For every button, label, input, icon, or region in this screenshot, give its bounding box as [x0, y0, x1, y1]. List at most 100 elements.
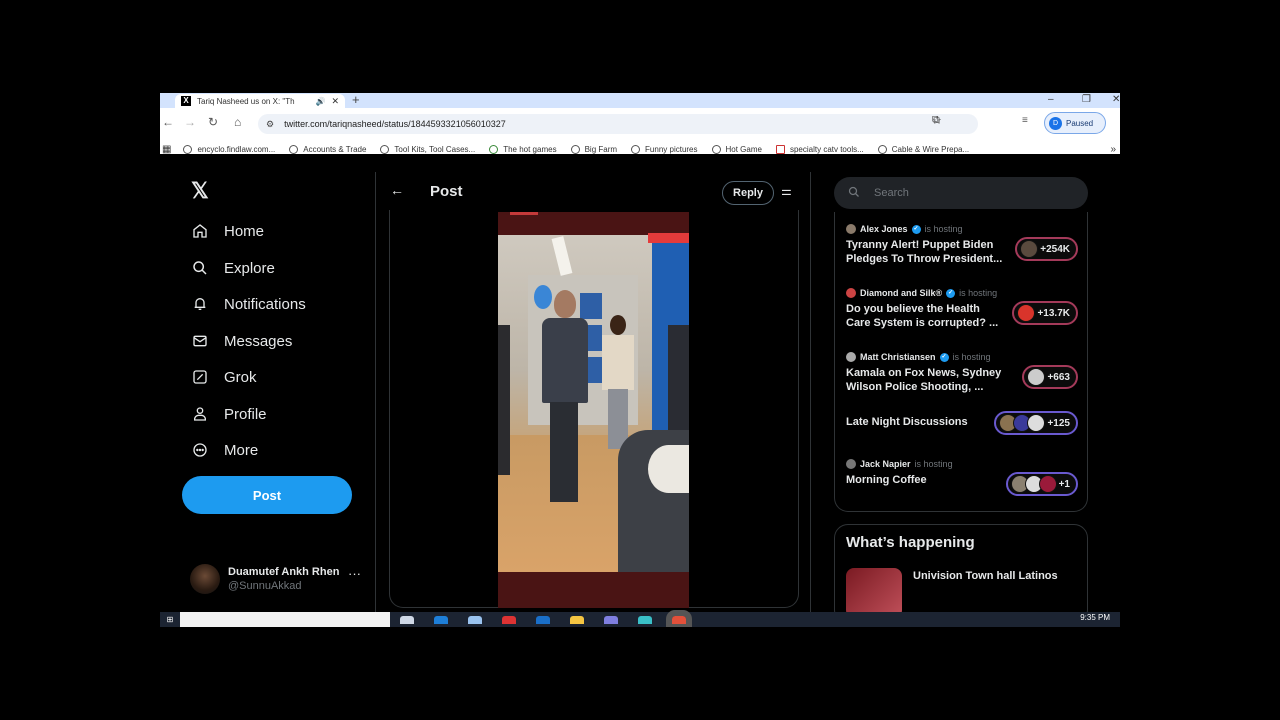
space-item[interactable]: Late Night Discussions +125	[846, 411, 1078, 435]
settings-sliders-icon[interactable]: ⚌	[781, 184, 792, 198]
bell-icon	[191, 295, 209, 313]
globe-icon	[380, 144, 390, 154]
bookmark-item[interactable]: Tool Kits, Tool Cases...	[380, 144, 475, 154]
search-icon	[848, 186, 860, 201]
search-box[interactable]	[834, 177, 1088, 209]
globe-icon	[631, 144, 641, 154]
account-name: Duamutef Ankh Rhen	[228, 566, 340, 578]
catv-tools-icon	[775, 144, 785, 154]
site-info-icon[interactable]: ⚙	[266, 119, 274, 130]
sidebar-item-profile[interactable]: Profile	[191, 405, 267, 423]
space-item[interactable]: Jack Napier is hosting Morning Coffee +1	[846, 458, 1078, 496]
profile-button[interactable]: D Paused	[1044, 112, 1106, 134]
search-icon	[191, 259, 209, 277]
listener-avatar	[1020, 240, 1039, 258]
windows-taskbar: ⊞ 9:35 PM	[160, 609, 1120, 627]
minimize-button[interactable]: –	[1048, 94, 1054, 105]
app-icon[interactable]	[536, 615, 550, 624]
bookmark-item[interactable]: specialty catv tools...	[775, 144, 864, 154]
account-handle: @SunnuAkkad	[228, 580, 302, 592]
back-arrow-icon[interactable]: ←	[390, 182, 404, 198]
bookmark-item[interactable]: The hot games	[489, 144, 557, 154]
bookmark-item[interactable]: Big Farm	[570, 144, 617, 154]
close-window-button[interactable]: ✕	[1112, 94, 1120, 105]
app-icon[interactable]	[638, 615, 652, 624]
space-title: Kamala on Fox News, Sydney Wilson Police…	[846, 367, 1002, 393]
bookmark-item[interactable]: Cable & Wire Prepa...	[877, 144, 969, 154]
clock[interactable]: 9:35 PM	[1080, 613, 1110, 622]
home-browser-icon[interactable]: ⌂	[234, 115, 241, 129]
taskbar-search[interactable]	[180, 612, 390, 627]
account-more-icon[interactable]: ···	[348, 566, 361, 581]
bookmark-item[interactable]: Accounts & Trade	[289, 144, 366, 154]
x-logo-icon[interactable]: 𝕏	[191, 178, 209, 204]
scene-body	[542, 318, 588, 403]
app-icon[interactable]	[604, 615, 618, 624]
listeners-pill[interactable]: +1	[1005, 472, 1078, 496]
video-player[interactable]	[498, 212, 689, 608]
listener-avatar	[1027, 368, 1046, 386]
x-app: 𝕏 Home Explore Notifications Messages Gr…	[160, 172, 1120, 624]
verified-badge-icon: ✓	[911, 224, 921, 234]
speaker-icon[interactable]: 🔊	[315, 97, 325, 106]
edge-icon[interactable]	[434, 615, 448, 624]
listeners-pill[interactable]: +663	[1022, 365, 1078, 389]
reply-button[interactable]: Reply	[722, 181, 774, 205]
task-view-icon[interactable]	[400, 615, 414, 624]
bookmark-item[interactable]: Funny pictures	[631, 144, 698, 154]
restore-button[interactable]: ❐	[1082, 94, 1091, 105]
new-tab-button[interactable]: +	[352, 93, 360, 107]
search-input[interactable]	[874, 187, 1054, 199]
sidebar-item-more[interactable]: More	[191, 441, 258, 459]
listeners-pill[interactable]: +13.7K	[1012, 301, 1078, 325]
profile-avatar: D	[1049, 116, 1062, 130]
listeners-pill[interactable]: +254K	[1015, 237, 1078, 261]
bookmarks-bar: ▦ encyclo.findlaw.com... Accounts & Trad…	[160, 141, 1120, 157]
space-item[interactable]: Matt Christiansen ✓ is hosting Kamala on F…	[846, 351, 1078, 394]
reload-icon[interactable]: ↻	[208, 115, 218, 129]
host-avatar	[846, 288, 856, 298]
scene-head	[610, 315, 626, 335]
media-control-icon[interactable]: ≡	[1022, 115, 1028, 126]
left-sidebar: 𝕏 Home Explore Notifications Messages Gr…	[160, 172, 376, 612]
video-indicator	[510, 212, 538, 215]
browser-toolbar: ← → ↻ ⌂ ⚙ twitter.com/tariqnasheed/statu…	[160, 108, 1120, 157]
forward-icon[interactable]: →	[184, 115, 196, 129]
listeners-pill[interactable]: +125	[994, 411, 1078, 435]
trend-thumbnail[interactable]	[846, 568, 902, 618]
avatar	[190, 564, 220, 594]
chrome-icon[interactable]	[666, 609, 692, 627]
browser-tab-bar: X Tariq Nasheed us on X: "Th 🔊 ✕ + – ❐ ✕	[160, 93, 1120, 108]
app-icon[interactable]	[502, 615, 516, 624]
space-item[interactable]: Diamond and Silk® ✓ is hosting Do you beli…	[846, 287, 1078, 330]
sidebar-item-explore[interactable]: Explore	[191, 259, 275, 277]
scene-banner-top	[648, 233, 689, 243]
sidebar-item-grok[interactable]: Grok	[191, 368, 257, 386]
account-switcher[interactable]: Duamutef Ankh Rhen @SunnuAkkad ···	[190, 564, 361, 594]
game-icon	[489, 144, 499, 154]
start-button[interactable]: ⊞	[160, 612, 180, 627]
sidebar-item-notifications[interactable]: Notifications	[191, 295, 306, 313]
tab-title: Tariq Nasheed us on X: "Th	[197, 96, 295, 106]
envelope-icon	[191, 332, 209, 350]
trend-title[interactable]: Univision Town hall Latinos	[913, 570, 1058, 582]
browser-tab-active[interactable]: X Tariq Nasheed us on X: "Th 🔊 ✕	[175, 94, 345, 108]
back-icon[interactable]: ←	[162, 115, 174, 129]
store-icon[interactable]	[468, 615, 482, 624]
space-item[interactable]: Alex Jones ✓ is hosting Tyranny Alert! Pup…	[846, 223, 1078, 266]
sidebar-item-messages[interactable]: Messages	[191, 332, 292, 350]
bookmark-item[interactable]: Hot Game	[711, 144, 762, 154]
sidebar-item-home[interactable]: Home	[191, 222, 264, 240]
profile-status: Paused	[1066, 118, 1094, 128]
more-circle-icon	[191, 441, 209, 459]
video-frame	[498, 233, 689, 572]
tab-close-icon[interactable]: ✕	[331, 96, 339, 107]
apps-grid-icon[interactable]: ▦	[162, 144, 171, 155]
listener-avatar	[1027, 414, 1046, 432]
address-bar[interactable]: ⚙ twitter.com/tariqnasheed/status/184459…	[258, 114, 978, 134]
file-explorer-icon[interactable]	[570, 615, 584, 624]
bookmark-item[interactable]: encyclo.findlaw.com...	[183, 144, 275, 154]
space-title: Do you believe the Health Care System is…	[846, 303, 999, 329]
bookmarks-overflow-button[interactable]: »	[1110, 144, 1116, 155]
post-button[interactable]: Post	[182, 476, 352, 514]
